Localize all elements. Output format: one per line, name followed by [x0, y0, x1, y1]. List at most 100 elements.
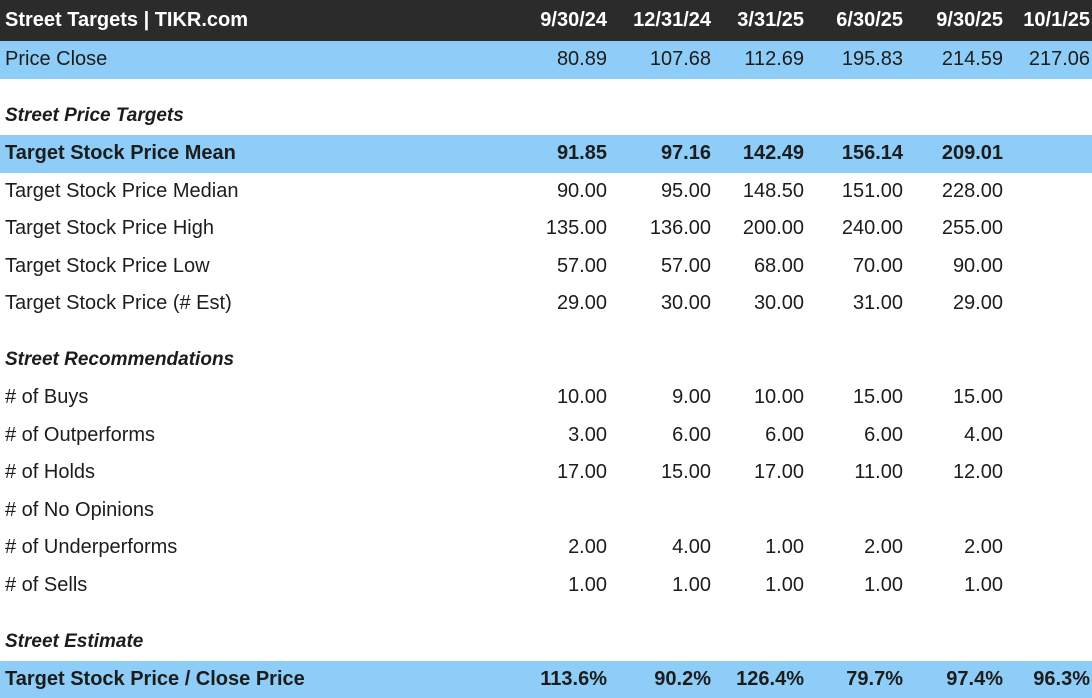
table-cell: 17.00: [557, 454, 607, 492]
column-header[interactable]: 10/1/25: [1023, 0, 1090, 41]
spacer: [0, 323, 1092, 342]
table-cell: 156.14: [842, 135, 903, 173]
target-est-count-row: Target Stock Price (# Est) 29.00 30.00 3…: [0, 285, 1092, 323]
table-cell: 4.00: [964, 417, 1003, 455]
sells-row: # of Sells 1.00 1.00 1.00 1.00 1.00: [0, 567, 1092, 605]
table-cell: 79.7%: [846, 661, 903, 698]
table-cell: 126.4%: [736, 661, 804, 698]
table-cell: 70.00: [853, 248, 903, 286]
table-cell: 2.00: [864, 529, 903, 567]
no-opinions-row: # of No Opinions: [0, 492, 1092, 530]
table-cell: 112.69: [744, 41, 804, 79]
table-cell: 68.00: [754, 248, 804, 286]
table-cell: 15.00: [953, 379, 1003, 417]
table-cell: 4.00: [672, 529, 711, 567]
table-cell: 107.68: [650, 41, 711, 79]
row-label: # of Outperforms: [5, 417, 155, 455]
table-cell: 1.00: [672, 567, 711, 605]
table-cell: 217.06: [1029, 41, 1090, 79]
column-header[interactable]: 3/31/25: [737, 0, 804, 41]
table-cell: 90.00: [557, 173, 607, 211]
table-cell: 209.01: [942, 135, 1003, 173]
table-cell: 1.00: [864, 567, 903, 605]
row-label: Target Stock Price Low: [5, 248, 210, 286]
table-cell: 29.00: [953, 285, 1003, 323]
section-heading-estimate: Street Estimate: [0, 623, 1092, 661]
column-header[interactable]: 9/30/25: [936, 0, 1003, 41]
table-cell: 97.16: [661, 135, 711, 173]
table-title: Street Targets | TIKR.com: [5, 0, 248, 41]
spacer: [0, 604, 1092, 623]
table-cell: 6.00: [672, 417, 711, 455]
table-cell: 57.00: [557, 248, 607, 286]
table-cell: 11.00: [854, 454, 903, 492]
table-cell: 2.00: [568, 529, 607, 567]
table-cell: 1.00: [765, 529, 804, 567]
table-cell: 200.00: [743, 210, 804, 248]
table-cell: 6.00: [765, 417, 804, 455]
table-cell: 228.00: [942, 173, 1003, 211]
table-cell: 3.00: [568, 417, 607, 455]
table-cell: 6.00: [864, 417, 903, 455]
table-cell: 10.00: [754, 379, 804, 417]
row-label: # of Holds: [5, 454, 95, 492]
target-mean-row: Target Stock Price Mean 91.85 97.16 142.…: [0, 135, 1092, 173]
spacer: [0, 79, 1092, 98]
table-cell: 255.00: [942, 210, 1003, 248]
row-label: Target Stock Price (# Est): [5, 285, 232, 323]
table-cell: 29.00: [557, 285, 607, 323]
table-cell: 135.00: [546, 210, 607, 248]
table-cell: 17.00: [754, 454, 804, 492]
table-cell: 15.00: [661, 454, 711, 492]
underperforms-row: # of Underperforms 2.00 4.00 1.00 2.00 2…: [0, 529, 1092, 567]
table-cell: 30.00: [754, 285, 804, 323]
table-cell: 142.49: [743, 135, 804, 173]
column-header[interactable]: 9/30/24: [540, 0, 607, 41]
target-close-ratio-row: Target Stock Price / Close Price 113.6% …: [0, 661, 1092, 698]
table-cell: 31.00: [853, 285, 903, 323]
row-label: # of Underperforms: [5, 529, 177, 567]
row-label: Price Close: [5, 41, 107, 79]
target-low-row: Target Stock Price Low 57.00 57.00 68.00…: [0, 248, 1092, 286]
table-cell: 80.89: [557, 41, 607, 79]
table-cell: 97.4%: [946, 661, 1003, 698]
target-median-row: Target Stock Price Median 90.00 95.00 14…: [0, 173, 1092, 211]
row-label: # of Sells: [5, 567, 87, 605]
table-cell: 15.00: [853, 379, 903, 417]
buys-row: # of Buys 10.00 9.00 10.00 15.00 15.00: [0, 379, 1092, 417]
table-cell: 1.00: [568, 567, 607, 605]
street-targets-table: Street Targets | TIKR.com 9/30/24 12/31/…: [0, 0, 1092, 698]
section-title: Street Recommendations: [5, 342, 234, 380]
holds-row: # of Holds 17.00 15.00 17.00 11.00 12.00: [0, 454, 1092, 492]
table-cell: 148.50: [743, 173, 804, 211]
row-label: Target Stock Price Median: [5, 173, 238, 211]
row-label: # of No Opinions: [5, 492, 154, 530]
target-high-row: Target Stock Price High 135.00 136.00 20…: [0, 210, 1092, 248]
table-cell: 91.85: [557, 135, 607, 173]
row-label: Target Stock Price / Close Price: [5, 661, 305, 698]
table-cell: 195.83: [842, 41, 903, 79]
section-title: Street Estimate: [5, 623, 143, 661]
table-cell: 113.6%: [540, 661, 607, 698]
table-cell: 30.00: [661, 285, 711, 323]
section-title: Street Price Targets: [5, 98, 184, 136]
table-cell: 90.00: [953, 248, 1003, 286]
table-cell: 90.2%: [654, 661, 711, 698]
table-cell: 9.00: [672, 379, 711, 417]
table-cell: 136.00: [650, 210, 711, 248]
row-label: # of Buys: [5, 379, 88, 417]
row-label: Target Stock Price High: [5, 210, 214, 248]
table-cell: 10.00: [557, 379, 607, 417]
row-label: Target Stock Price Mean: [5, 135, 236, 173]
table-cell: 2.00: [964, 529, 1003, 567]
column-header[interactable]: 6/30/25: [836, 0, 903, 41]
column-header[interactable]: 12/31/24: [633, 0, 711, 41]
section-heading-recommendations: Street Recommendations: [0, 342, 1092, 380]
table-header-row: Street Targets | TIKR.com 9/30/24 12/31/…: [0, 0, 1092, 41]
section-heading-targets: Street Price Targets: [0, 98, 1092, 136]
table-cell: 1.00: [964, 567, 1003, 605]
table-cell: 1.00: [765, 567, 804, 605]
price-close-row: Price Close 80.89 107.68 112.69 195.83 2…: [0, 41, 1092, 79]
table-cell: 96.3%: [1033, 661, 1090, 698]
table-cell: 151.00: [842, 173, 903, 211]
